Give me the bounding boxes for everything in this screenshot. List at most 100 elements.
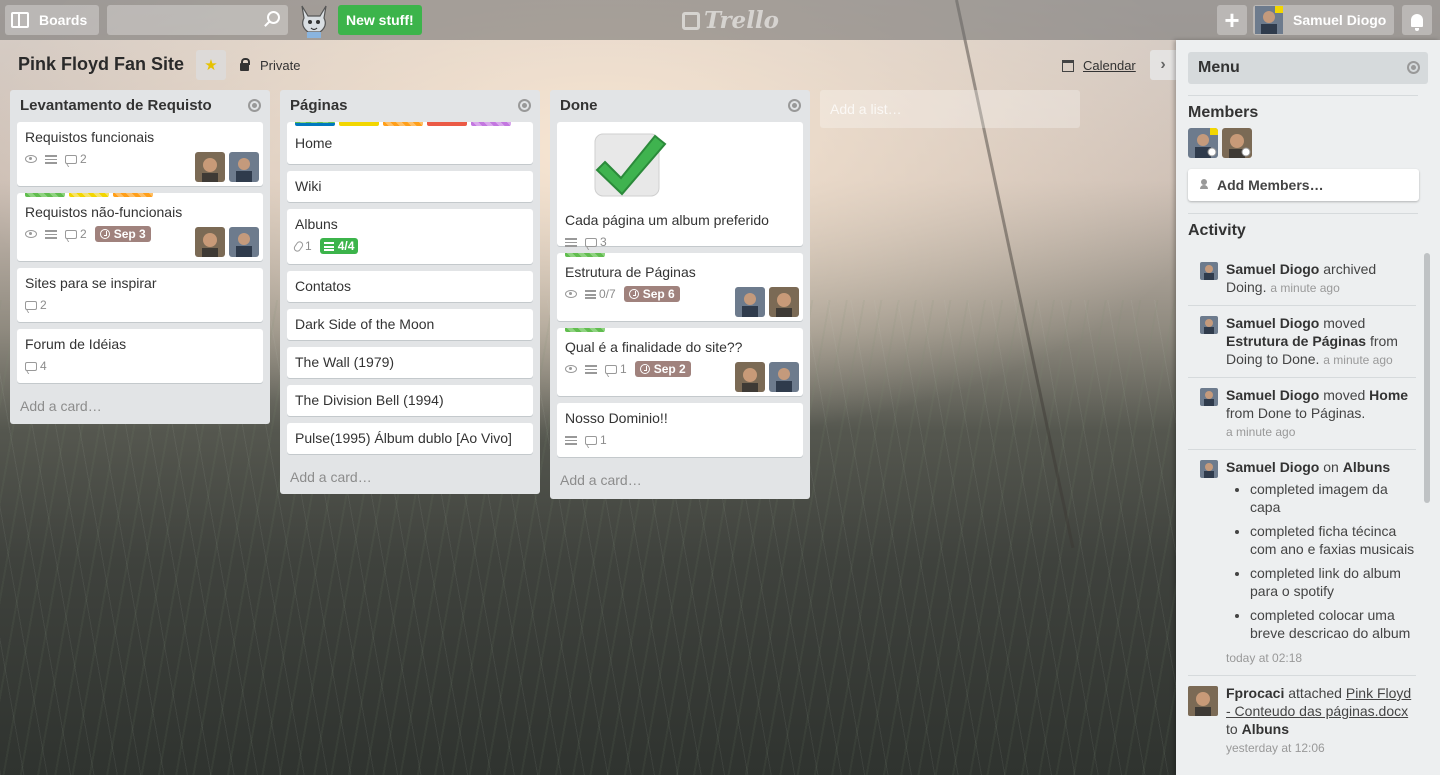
activity-target: Doing. bbox=[1226, 279, 1267, 295]
activity-user[interactable]: Samuel Diogo bbox=[1226, 459, 1319, 475]
watching-icon bbox=[565, 365, 577, 373]
clock-icon bbox=[639, 364, 650, 374]
list-item: completed ficha técinca com ano e faxias… bbox=[1250, 522, 1416, 558]
search-input[interactable] bbox=[107, 5, 288, 35]
card[interactable]: Forum de Idéias 4 bbox=[17, 329, 263, 383]
activity-user[interactable]: Samuel Diogo bbox=[1226, 315, 1319, 331]
add-list-input[interactable]: Add a list… bbox=[820, 90, 1080, 128]
member-avatar[interactable] bbox=[229, 227, 259, 257]
search-icon[interactable] bbox=[267, 11, 280, 24]
sidebar-scrollbar[interactable] bbox=[1424, 253, 1430, 503]
card[interactable]: Contatos bbox=[287, 271, 533, 302]
activity-card-link[interactable]: Albuns bbox=[1242, 721, 1289, 737]
visibility-button[interactable]: Private bbox=[240, 57, 300, 73]
comment-count: 4 bbox=[40, 359, 47, 373]
card[interactable]: Estrutura de Páginas 0/7 Sep 6 bbox=[557, 253, 803, 321]
member-avatar[interactable] bbox=[1200, 460, 1218, 478]
list-name: Done bbox=[560, 97, 598, 114]
activity-user[interactable]: Samuel Diogo bbox=[1226, 261, 1319, 277]
comment-count: 2 bbox=[80, 152, 87, 166]
collapse-sidebar-button[interactable]: › bbox=[1150, 50, 1176, 80]
menu-options-icon[interactable] bbox=[1407, 61, 1420, 74]
member-avatar[interactable] bbox=[195, 152, 225, 182]
card[interactable]: The Division Bell (1994) bbox=[287, 385, 533, 416]
list-title[interactable]: Done bbox=[550, 90, 810, 122]
member-avatar[interactable] bbox=[1200, 262, 1218, 280]
activity-card-link[interactable]: Albuns bbox=[1343, 459, 1390, 475]
list-name: Páginas bbox=[290, 97, 348, 114]
board-title[interactable]: Pink Floyd Fan Site bbox=[18, 54, 184, 75]
activity-time[interactable]: yesterday at 12:06 bbox=[1226, 741, 1325, 755]
list-menu-icon[interactable] bbox=[788, 99, 801, 112]
star-button[interactable]: ★ bbox=[196, 50, 226, 80]
member-avatar[interactable] bbox=[769, 287, 799, 317]
comment-icon bbox=[585, 435, 597, 445]
activity-item: Samuel Diogo moved Home from Done to Pág… bbox=[1188, 378, 1416, 450]
checklist-count: 4/4 bbox=[337, 239, 355, 253]
list-name: Levantamento de Requisto bbox=[20, 97, 212, 114]
add-members-label: Add Members… bbox=[1217, 177, 1324, 193]
member-avatar[interactable] bbox=[1188, 686, 1218, 716]
activity-text: from Done to Páginas. bbox=[1226, 405, 1366, 421]
card-title: Sites para se inspirar bbox=[25, 275, 157, 291]
list-menu-icon[interactable] bbox=[518, 99, 531, 112]
member-avatar[interactable] bbox=[1200, 316, 1218, 334]
activity-time[interactable]: today at 02:18 bbox=[1226, 651, 1302, 665]
activity-time[interactable]: a minute ago bbox=[1226, 425, 1295, 439]
description-icon bbox=[585, 364, 597, 374]
user-menu-button[interactable]: Samuel Diogo bbox=[1253, 5, 1394, 35]
activity-card-link[interactable]: Home bbox=[1369, 387, 1408, 403]
activity-time[interactable]: a minute ago bbox=[1323, 353, 1392, 367]
member-avatar[interactable] bbox=[1222, 128, 1252, 158]
member-avatar[interactable] bbox=[1188, 128, 1218, 158]
activity-user[interactable]: Fprocaci bbox=[1226, 685, 1284, 701]
activity-user[interactable]: Samuel Diogo bbox=[1226, 387, 1319, 403]
card[interactable]: Nosso Dominio!! 1 bbox=[557, 403, 803, 457]
member-avatar[interactable] bbox=[1200, 388, 1218, 406]
card[interactable]: The Wall (1979) bbox=[287, 347, 533, 378]
boards-button[interactable]: Boards bbox=[5, 5, 99, 35]
description-icon bbox=[565, 435, 577, 445]
list-done: Done Cada página um album preferido 3 Es… bbox=[550, 90, 810, 499]
member-avatar[interactable] bbox=[769, 362, 799, 392]
member-avatar[interactable] bbox=[735, 287, 765, 317]
menu-title: Menu bbox=[1198, 59, 1240, 76]
card-title: Qual é a finalidade do site?? bbox=[565, 339, 743, 355]
notifications-button[interactable] bbox=[1402, 5, 1432, 35]
trello-logo[interactable]: Trello bbox=[682, 7, 779, 34]
card[interactable]: Cada página um album preferido 3 bbox=[557, 122, 803, 249]
card[interactable]: Pulse(1995) Álbum dublo [Ao Vivo] bbox=[287, 423, 533, 454]
add-button[interactable]: + bbox=[1217, 5, 1247, 35]
card[interactable]: Home bbox=[287, 122, 533, 164]
activity-time[interactable]: a minute ago bbox=[1270, 281, 1339, 295]
list-title[interactable]: Levantamento de Requisto bbox=[10, 90, 270, 122]
list-title[interactable]: Páginas bbox=[280, 90, 540, 122]
member-avatar[interactable] bbox=[195, 227, 225, 257]
description-icon bbox=[45, 229, 57, 239]
add-members-button[interactable]: Add Members… bbox=[1188, 169, 1419, 201]
add-card-button[interactable]: Add a card… bbox=[10, 390, 270, 424]
card[interactable]: Requistos não-funcionais 2 Sep 3 bbox=[17, 193, 263, 261]
taco-mascot-icon[interactable] bbox=[296, 2, 332, 38]
member-avatar[interactable] bbox=[735, 362, 765, 392]
card[interactable]: Requistos funcionais 2 bbox=[17, 122, 263, 186]
comment-icon bbox=[65, 154, 77, 164]
activity-text: moved bbox=[1323, 387, 1366, 403]
add-card-button[interactable]: Add a card… bbox=[550, 464, 810, 498]
card-title: Contatos bbox=[295, 278, 352, 294]
label-green bbox=[295, 122, 335, 126]
add-card-button[interactable]: Add a card… bbox=[280, 461, 540, 495]
card[interactable]: Qual é a finalidade do site?? 1 Sep 2 bbox=[557, 328, 803, 396]
activity-card-link[interactable]: Estrutura de Páginas bbox=[1226, 333, 1366, 349]
list-menu-icon[interactable] bbox=[248, 99, 261, 112]
card[interactable]: Dark Side of the Moon bbox=[287, 309, 533, 340]
card[interactable]: Sites para se inspirar 2 bbox=[17, 268, 263, 322]
new-stuff-button[interactable]: New stuff! bbox=[338, 5, 422, 35]
calendar-button[interactable]: Calendar bbox=[1062, 58, 1136, 73]
member-avatar[interactable] bbox=[229, 152, 259, 182]
card[interactable]: Albuns 1 4/4 bbox=[287, 209, 533, 264]
members-title: Members bbox=[1188, 104, 1259, 121]
card[interactable]: Wiki bbox=[287, 171, 533, 202]
card-title: Pulse(1995) Álbum dublo [Ao Vivo] bbox=[295, 430, 512, 446]
attachment-icon bbox=[292, 239, 305, 253]
